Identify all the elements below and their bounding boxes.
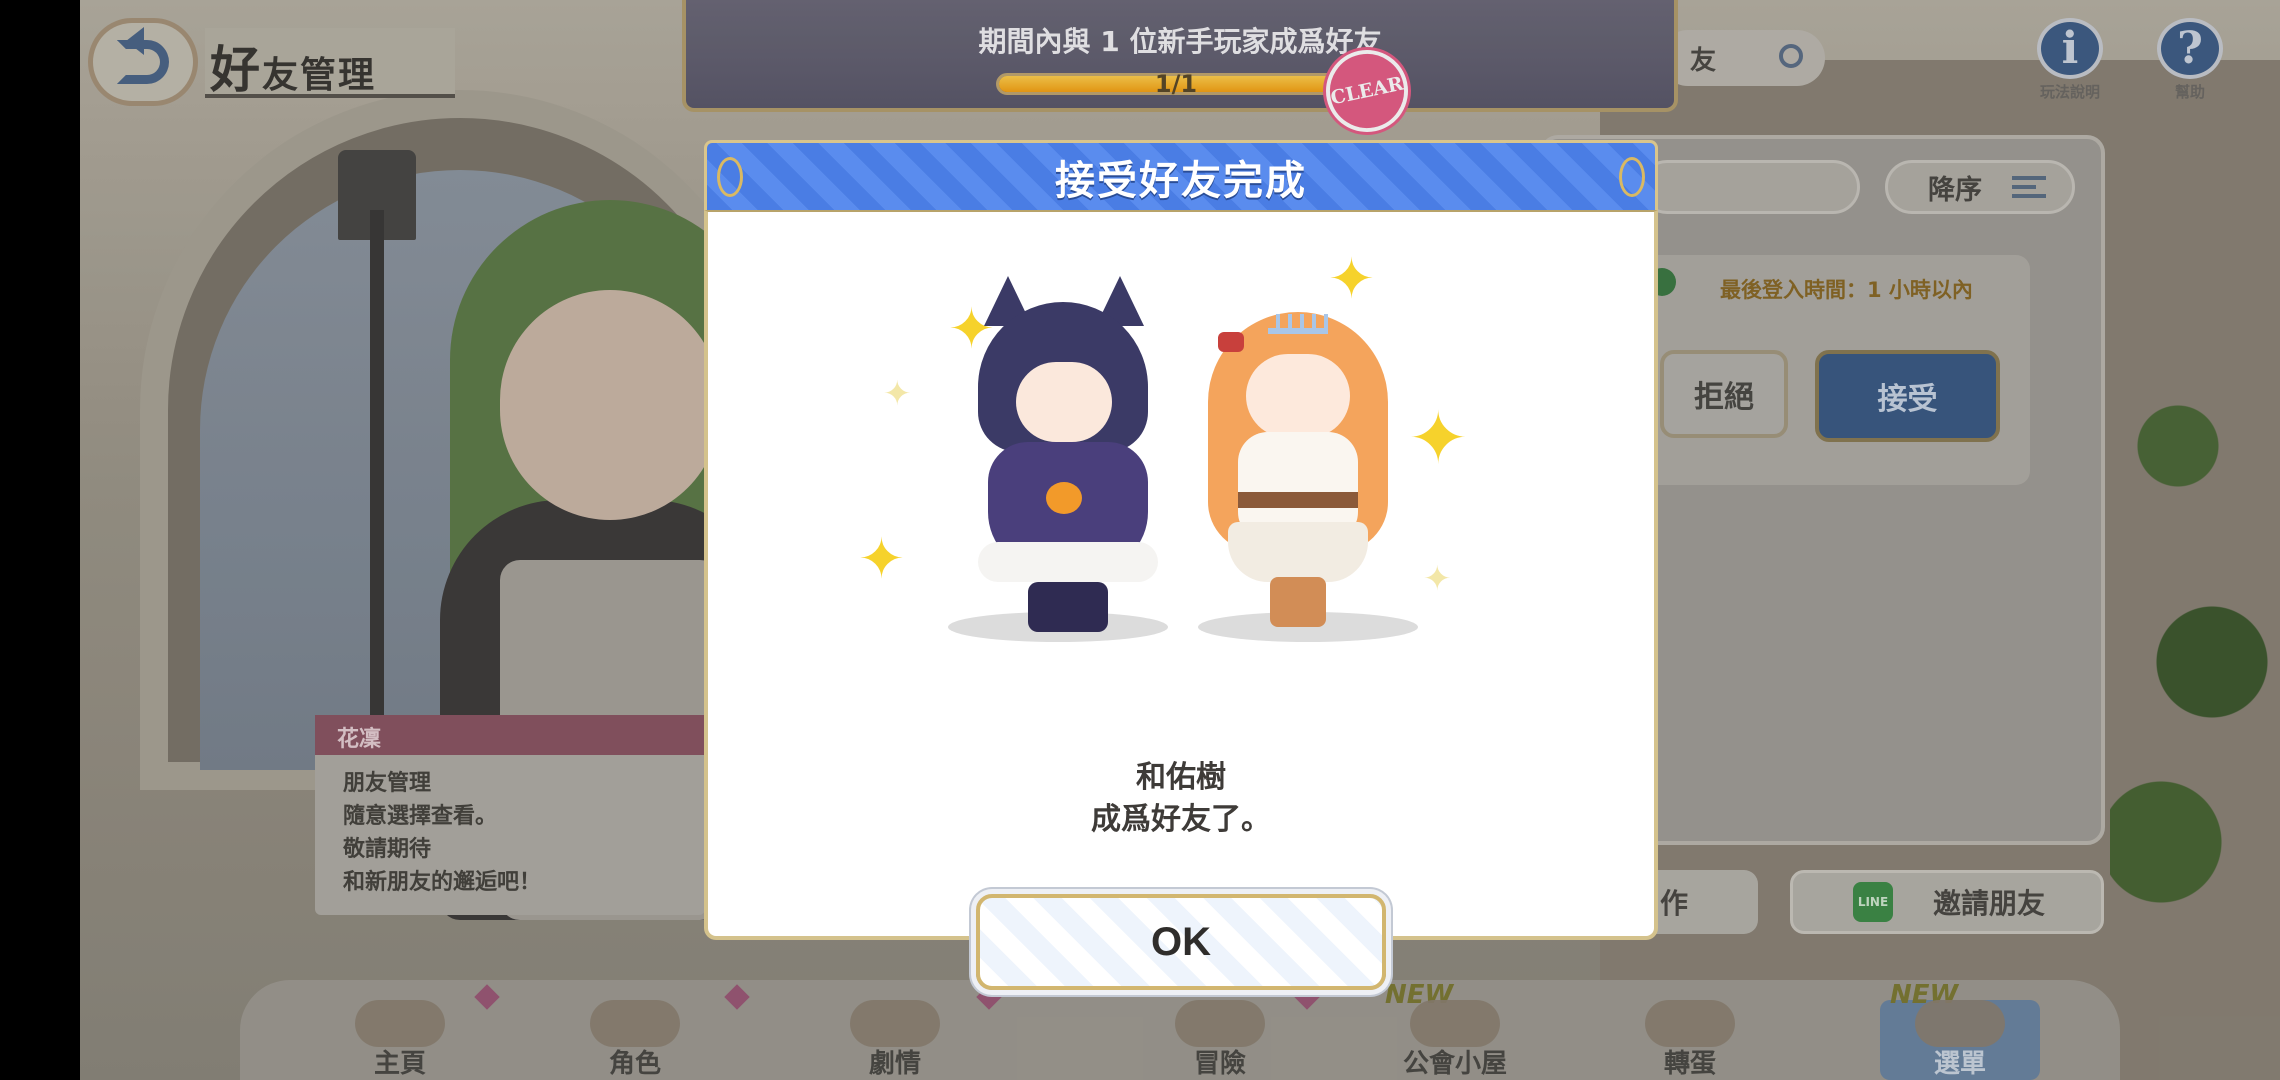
sparkle-icon: ✦ [858, 527, 905, 592]
ornament-icon [1619, 157, 1645, 197]
sparkle-icon: ✦ [1328, 247, 1375, 312]
pumpkin-icon [1046, 482, 1082, 514]
chibi-face [1246, 354, 1350, 438]
ribbon-icon [1218, 332, 1244, 352]
sparkle-icon: ✦ [1423, 559, 1452, 599]
friend-message: 成爲好友了。 [1091, 802, 1271, 837]
chibi-belt [1238, 492, 1358, 508]
chibi-skirt [978, 542, 1158, 582]
dialog-body: ✦ ✦ ✦ ✦ ✦ ✦ 和佑樹 成爲好友了。 OK [704, 210, 1658, 990]
sparkle-icon: ✦ [1408, 396, 1469, 480]
ok-button[interactable]: OK [976, 894, 1386, 990]
chibi-legs [1028, 582, 1108, 632]
chibi-face [1016, 362, 1112, 442]
chibi-legs [1270, 577, 1326, 627]
friend-name: 和佑樹 [1136, 760, 1226, 795]
tiara-icon [1268, 314, 1328, 334]
friend-accepted-dialog: 接受好友完成 ✦ ✦ ✦ ✦ ✦ ✦ 和佑樹 成爲好友了。 OK [704, 140, 1658, 990]
dialog-header: 接受好友完成 [704, 140, 1658, 210]
ok-button-label: OK [1151, 919, 1211, 964]
dialog-title: 接受好友完成 [1055, 157, 1307, 204]
chibi-skirt [1228, 522, 1368, 582]
sparkle-icon: ✦ [883, 374, 912, 414]
ornament-icon [717, 157, 743, 197]
